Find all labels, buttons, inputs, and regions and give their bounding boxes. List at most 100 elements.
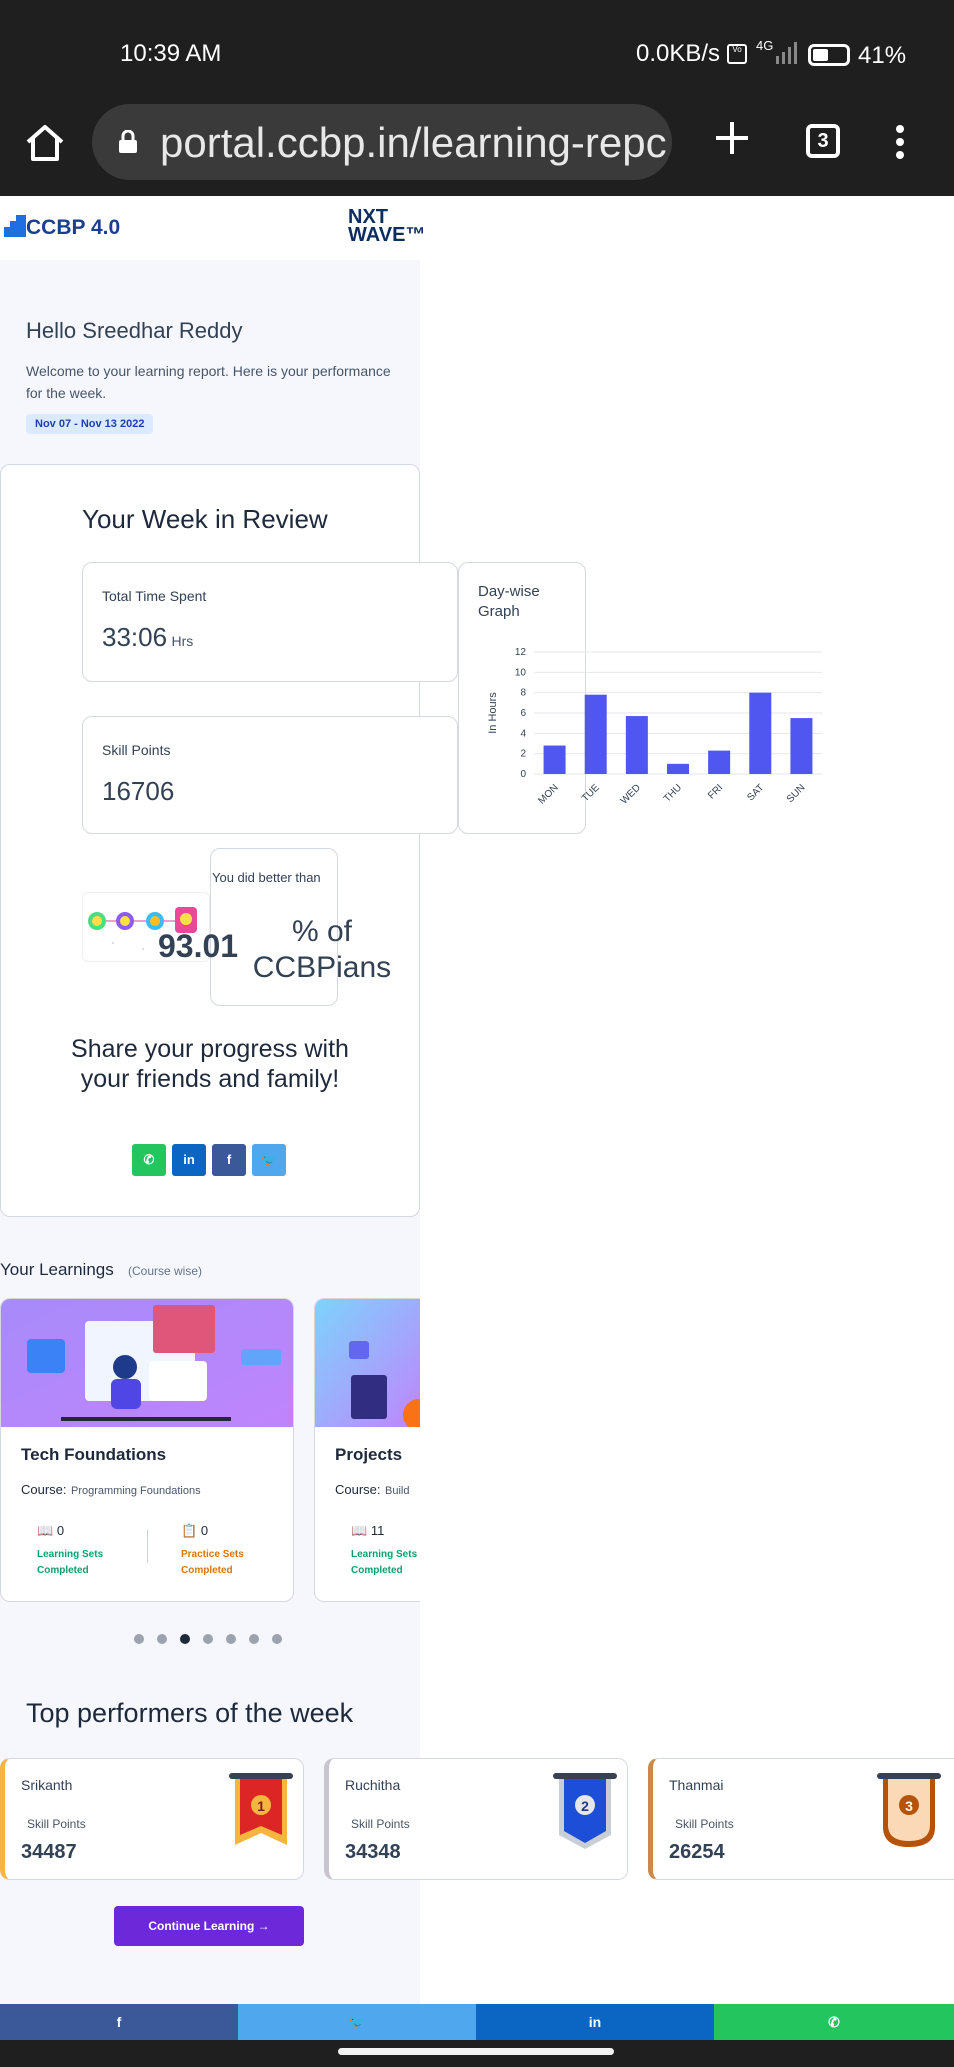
share-linkedin-button[interactable]: in <box>172 1144 206 1176</box>
x-tick-label: FRI <box>706 782 725 801</box>
time-spent-label: Total Time Spent <box>102 588 207 604</box>
date-range-badge: Nov 07 - Nov 13 2022 <box>26 414 154 434</box>
bar-mon <box>543 745 566 774</box>
bronze-rank-banner-icon: 3 <box>877 1773 941 1847</box>
bottom-linkedin-button[interactable]: in <box>476 2004 714 2040</box>
x-tick-label: SUN <box>785 782 808 805</box>
greeting: Hello Sreedhar Reddy <box>26 318 242 344</box>
bar-thu <box>667 763 689 774</box>
share-twitter-button[interactable]: 🐦 <box>252 1144 286 1176</box>
performer-points: 34348 <box>345 1841 401 1863</box>
course-card-tech-foundations[interactable]: Tech Foundations Course: Programming Fou… <box>0 1298 294 1602</box>
week-review-title: Your Week in Review <box>82 504 328 534</box>
share-facebook-button[interactable]: f <box>212 1144 246 1176</box>
practice-count: 0 <box>200 1523 209 1538</box>
learnings-subtitle: (Course wise) <box>128 1264 203 1278</box>
learning-sets-count: 📖 11 <box>351 1523 384 1539</box>
clipboard-icon: 📋 <box>181 1523 198 1538</box>
time-spent-value-group: 33:06 Hrs <box>102 622 193 653</box>
y-tick-label: 12 <box>515 647 527 658</box>
performer-points: 26254 <box>669 1841 725 1863</box>
nxtwave-logo: NXT WAVE™ <box>348 207 426 246</box>
continue-learning-button[interactable]: Continue Learning → <box>114 1906 304 1946</box>
learnings-title: Your Learnings <box>0 1260 114 1279</box>
performer-card-2: Ruchitha Skill Points 34348 2 <box>324 1758 628 1880</box>
silver-rank-banner-icon: 2 <box>553 1773 617 1849</box>
performer-name: Srikanth <box>21 1777 73 1793</box>
performer-points-label: Skill Points <box>27 1817 86 1831</box>
projects-illustration <box>315 1299 420 1431</box>
y-tick-label: 10 <box>515 667 527 678</box>
day-wise-bar-chart: In Hours 0 2 4 6 8 10 12 MON TUE WED THU FRI SAT SUN <box>487 647 822 807</box>
bottom-whatsapp-button[interactable]: ✆ <box>714 2004 954 2040</box>
welcome-text: Welcome to your learning report. Here is… <box>26 363 391 401</box>
bar-wed <box>625 716 648 774</box>
course-card-projects[interactable]: Projects Course: Build 📖 11 Learning Set… <box>314 1298 420 1602</box>
tech-foundations-illustration <box>1 1299 293 1427</box>
course-row: Course: Build <box>335 1481 409 1499</box>
divider <box>147 1529 148 1563</box>
performer-points: 34487 <box>21 1841 77 1863</box>
y-tick-label: 2 <box>520 749 526 760</box>
course-label: Course: <box>21 1482 67 1497</box>
performer-card-3: Thanmai Skill Points 26254 3 <box>648 1758 954 1880</box>
battery-percent: 41% <box>858 42 907 69</box>
course-name: Projects <box>335 1445 403 1464</box>
rank-number: 3 <box>905 1798 913 1814</box>
carousel-dot[interactable] <box>249 1634 259 1644</box>
share-whatsapp-button[interactable]: ✆ <box>132 1144 166 1176</box>
bottom-facebook-button[interactable]: f <box>0 2004 238 2040</box>
bar-sun <box>790 718 813 774</box>
volte-icon: Vo <box>727 44 747 64</box>
signal-icon <box>776 42 797 64</box>
course-value: Programming Foundations <box>70 1485 201 1497</box>
brand-line2: WAVE™ <box>348 224 426 246</box>
percentile-label: You did better than <box>212 870 321 885</box>
course-name: Tech Foundations <box>21 1445 167 1464</box>
learning-sets-count: 📖 0 <box>37 1523 64 1539</box>
new-tab-icon[interactable] <box>712 118 752 158</box>
performer-name: Ruchitha <box>345 1777 401 1793</box>
bar-sat <box>749 692 772 774</box>
x-tick-label: WED <box>619 782 643 806</box>
bottom-share-bar: f 🐦 in ✆ <box>0 2004 954 2040</box>
performer-points-label: Skill Points <box>351 1817 410 1831</box>
tab-switcher-button[interactable]: 3 <box>806 124 840 158</box>
skill-points-value: 16706 <box>102 776 175 806</box>
bottom-twitter-button[interactable]: 🐦 <box>238 2004 476 2040</box>
carousel-dot[interactable] <box>180 1634 190 1644</box>
share-progress-text: Share your progress with your friends an… <box>71 1035 349 1093</box>
performer-name: Thanmai <box>669 1777 724 1793</box>
status-bar: 10:39 AM 0.0KB/s Vo 4G 41% <box>0 0 954 100</box>
graph-title: Day-wise Graph <box>478 583 540 620</box>
network-type: 4G <box>756 38 774 53</box>
carousel-dot[interactable] <box>226 1634 236 1644</box>
time-spent-unit: Hrs <box>171 633 194 649</box>
performer-points-label: Skill Points <box>675 1817 734 1831</box>
carousel-dot[interactable] <box>272 1634 282 1644</box>
url-text[interactable]: portal.ccbp.in/learning-repc <box>160 119 670 167</box>
carousel-dot[interactable] <box>203 1634 213 1644</box>
learning-count: 11 <box>370 1523 385 1538</box>
x-tick-label: TUE <box>580 782 602 804</box>
ccbp-logo-icon <box>4 215 26 237</box>
top-performers-title: Top performers of the week <box>26 1698 354 1728</box>
learning-sets-label: Learning Sets Completed <box>351 1549 418 1576</box>
skill-points-label: Skill Points <box>102 742 171 758</box>
y-axis-label: In Hours <box>487 692 499 734</box>
course-label: Course: <box>335 1482 381 1497</box>
carousel-dot[interactable] <box>134 1634 144 1644</box>
percentile-suffix: % of CCBPians <box>252 915 392 984</box>
y-tick-label: 6 <box>520 708 526 719</box>
battery-icon <box>808 44 850 66</box>
y-tick-label: 8 <box>520 688 526 699</box>
gold-rank-banner-icon: 1 <box>229 1773 293 1845</box>
home-icon[interactable] <box>22 120 68 166</box>
overflow-menu-icon[interactable] <box>892 124 908 160</box>
course-value: Build <box>384 1485 410 1497</box>
carousel-dot[interactable] <box>157 1634 167 1644</box>
ccbp-logo[interactable]: CCBP 4.0 <box>4 215 120 240</box>
rank-number: 2 <box>581 1798 589 1814</box>
y-tick-label: 0 <box>520 769 526 780</box>
gesture-pill[interactable] <box>338 2048 614 2055</box>
